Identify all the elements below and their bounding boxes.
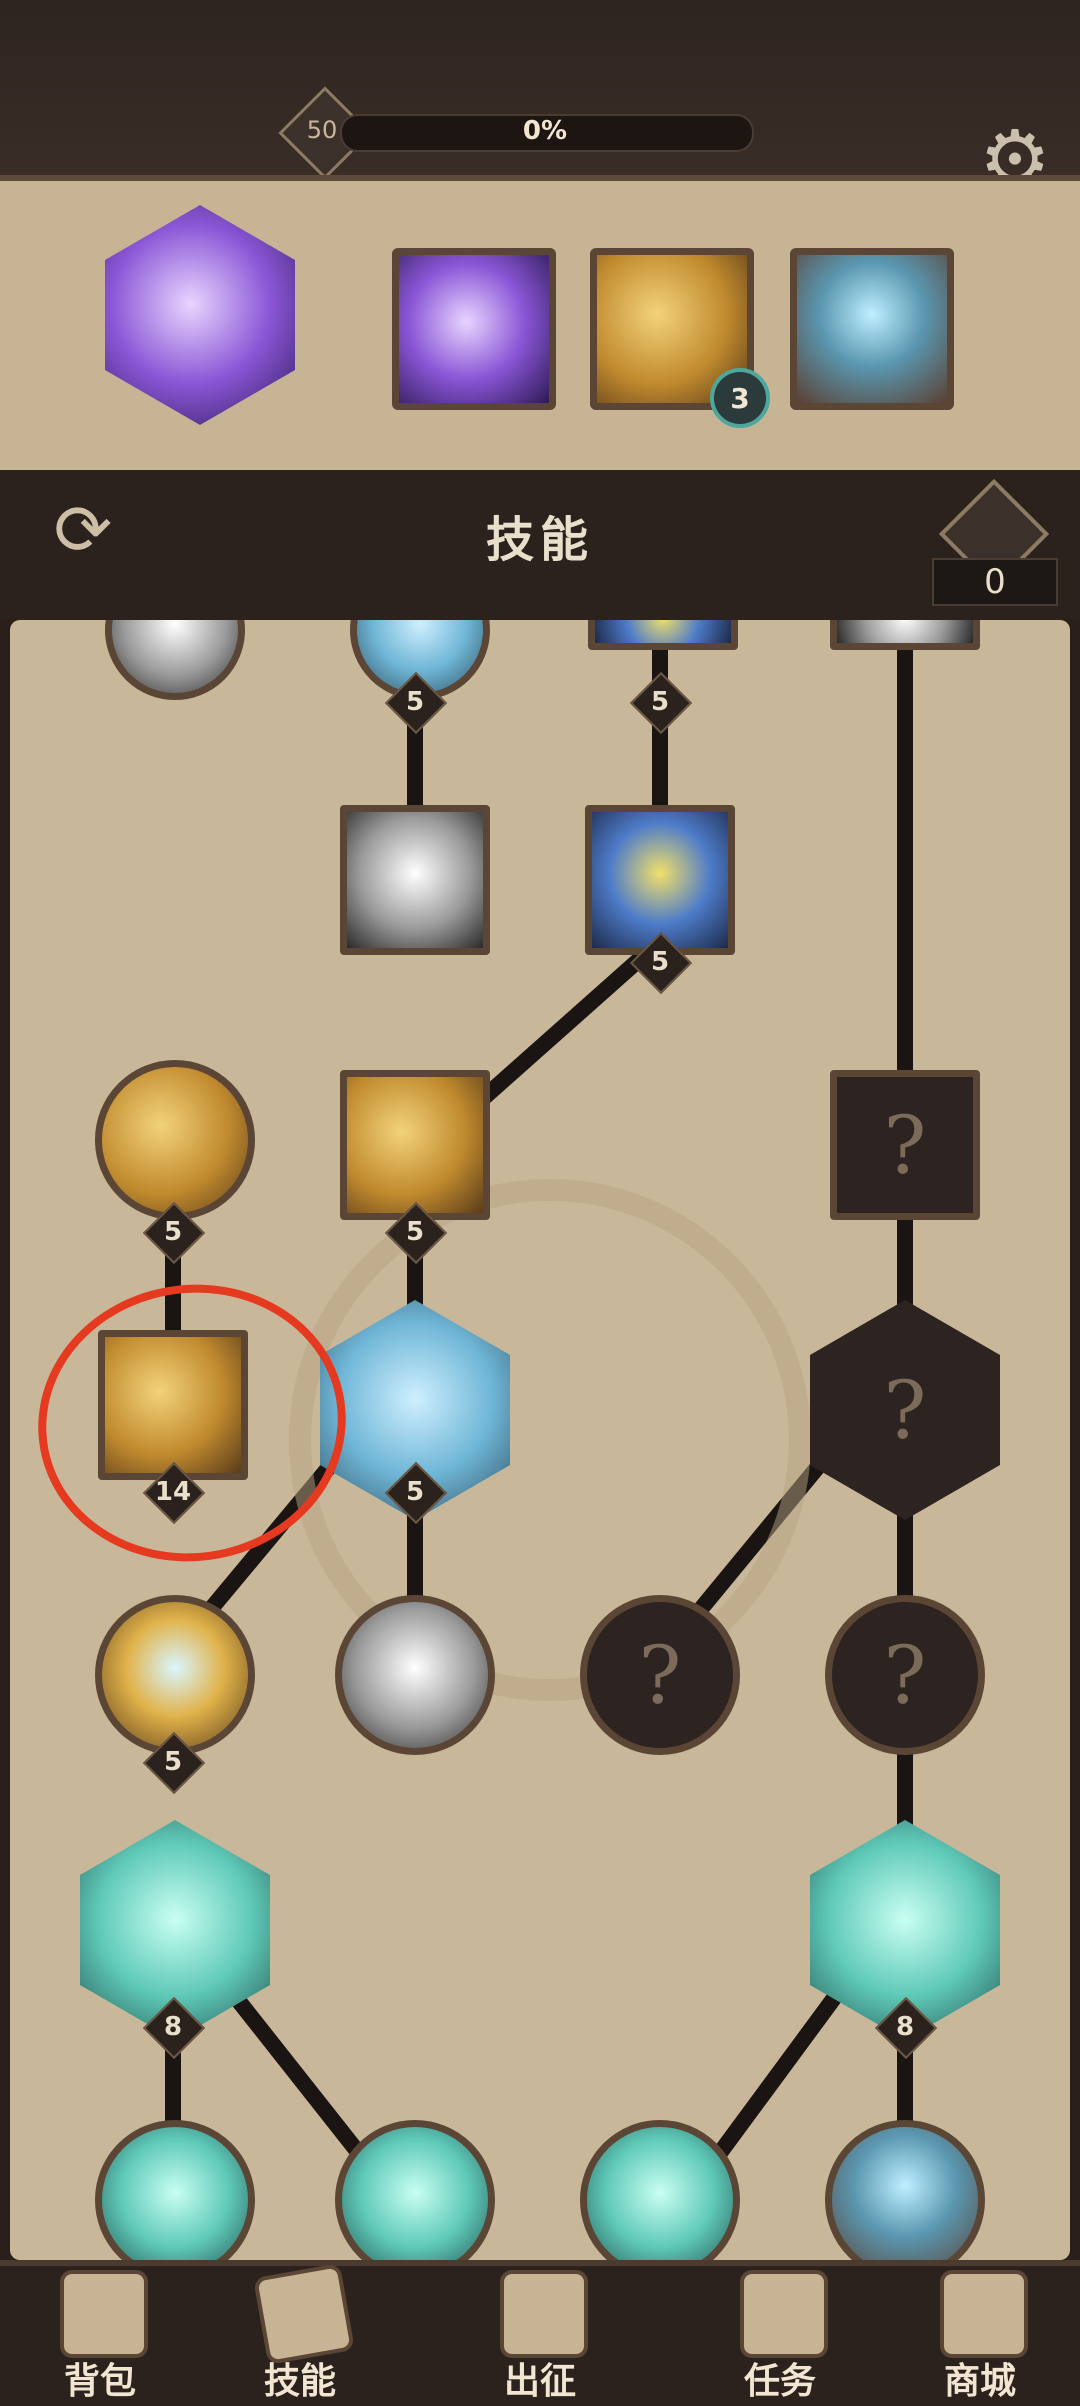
nav-label: 任务 [743,2361,816,2402]
nav-label: 出征 [503,2361,576,2402]
gold-crystal-skill[interactable] [340,1070,490,1220]
gold-hands-skill[interactable] [95,1060,255,1220]
page-title: 技能 [485,512,594,568]
nav-backpack[interactable]: 背包 [25,2270,175,2402]
skill-level-badge: 8 [874,1996,938,2060]
locked-skill-circle[interactable]: ? [580,1595,740,1755]
skill-book-icon [253,2263,355,2365]
partial-skill-node[interactable] [830,620,980,650]
nav-expedition[interactable]: 出征 [465,2270,615,2402]
ice-white-skill[interactable] [340,805,490,955]
locked-skill-circle[interactable]: ? [825,1595,985,1755]
ice-rock-icon[interactable] [790,248,954,410]
equipped-count-badge: 3 [710,368,770,428]
skill-level-badge: 5 [384,671,448,735]
sword-map-icon [500,2270,588,2358]
nav-label: 商城 [943,2361,1016,2402]
nav-shop[interactable]: 商城 [905,2270,1055,2402]
skill-level-badge: 5 [629,671,693,735]
nav-label: 技能 [263,2361,336,2402]
swap-arrows-icon[interactable]: ⟳ [38,485,128,575]
nav-skills[interactable]: 技能 [225,2263,375,2402]
locked-skill-square[interactable]: ? [830,1070,980,1220]
skill-level-badge: 5 [629,931,693,995]
purple-slash-icon[interactable] [392,248,556,410]
skill-level-badge: 5 [142,1731,206,1795]
xp-percent: 0% [522,116,568,146]
silver-rock-skill[interactable] [335,1595,495,1755]
skill-level-badge: 5 [142,1201,206,1265]
skill-level-badge: 5 [384,1201,448,1265]
nav-quests[interactable]: 任务 [705,2270,855,2402]
star-gold-skill[interactable] [95,1595,255,1755]
nav-label: 背包 [63,2361,136,2402]
skill-points-count: 0 [932,558,1058,606]
connector-line [464,944,656,1116]
scroll-icon [740,2270,828,2358]
shop-crown-icon [940,2270,1028,2358]
top-bar [0,0,1080,180]
skill-level-badge: 5 [384,1461,448,1525]
skill-level-badge: 8 [142,1996,206,2060]
partial-skill-node[interactable] [588,620,738,650]
backpack-icon [60,2270,148,2358]
